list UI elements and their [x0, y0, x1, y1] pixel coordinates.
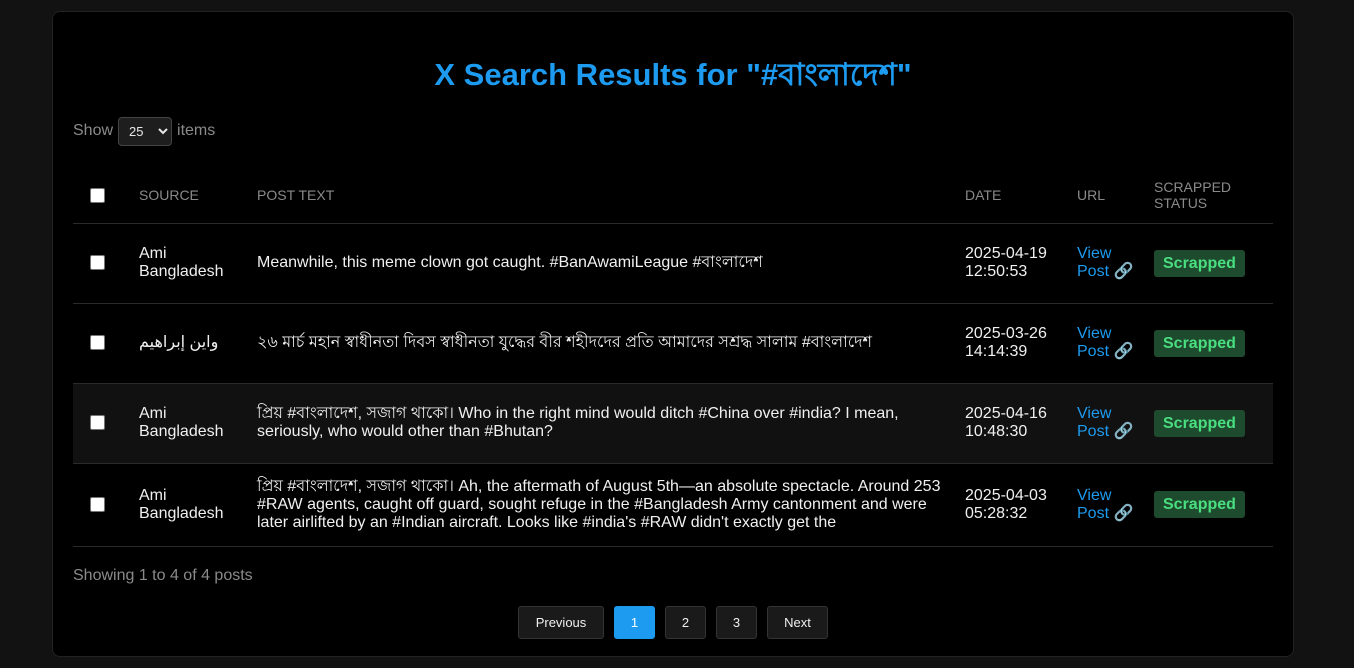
url-cell: View Post 🔗 — [1067, 383, 1144, 464]
status-badge: Scrapped — [1154, 249, 1245, 277]
date-cell: 2025-03-26 14:14:39 — [955, 303, 1067, 384]
table-row: Ami Bangladesh Meanwhile, this meme clow… — [73, 223, 1273, 304]
pagination: Previous 1 2 3 Next — [73, 605, 1273, 639]
next-button[interactable]: Next — [767, 605, 828, 639]
header-status[interactable]: SCRAPPED STATUS — [1144, 167, 1273, 224]
url-cell: View Post 🔗 — [1067, 303, 1144, 384]
show-label: Show — [73, 122, 114, 139]
view-post-link[interactable]: View Post 🔗 — [1077, 487, 1133, 522]
status-cell: Scrapped — [1144, 383, 1273, 464]
status-badge: Scrapped — [1154, 409, 1245, 437]
row-checkbox-cell — [73, 463, 129, 547]
header-date[interactable]: DATE — [955, 167, 1067, 224]
header-post-text[interactable]: POST TEXT — [247, 167, 955, 224]
table-header-row: SOURCE POST TEXT DATE URL SCRAPPED STATU… — [73, 167, 1273, 224]
url-cell: View Post 🔗 — [1067, 223, 1144, 304]
view-post-link[interactable]: View Post 🔗 — [1077, 405, 1133, 440]
row-checkbox-cell — [73, 303, 129, 384]
source-cell: Ami Bangladesh — [129, 383, 247, 464]
date-cell: 2025-04-03 05:28:32 — [955, 463, 1067, 547]
view-post-link[interactable]: View Post 🔗 — [1077, 245, 1133, 280]
row-checkbox-cell — [73, 383, 129, 464]
items-label: items — [177, 122, 216, 139]
length-menu: Show 25 items — [73, 116, 1273, 146]
post-text-cell: Meanwhile, this meme clown got caught. #… — [247, 223, 955, 304]
status-cell: Scrapped — [1144, 303, 1273, 384]
url-cell: View Post 🔗 — [1067, 463, 1144, 547]
status-cell: Scrapped — [1144, 463, 1273, 547]
results-card: X Search Results for "#বাংলাদেশ" Show 25… — [52, 11, 1294, 657]
row-checkbox[interactable] — [90, 496, 105, 512]
row-checkbox[interactable] — [90, 255, 105, 271]
post-text-cell: ২৬ মার্চ মহান স্বাধীনতা দিবস স্বাধীনতা য… — [247, 303, 955, 384]
items-per-page-select[interactable]: 25 — [118, 116, 173, 146]
status-badge: Scrapped — [1154, 329, 1245, 357]
table-row: واين إبراهيم ২৬ মার্চ মহান স্বাধীনতা দিব… — [73, 303, 1273, 384]
table-info: Showing 1 to 4 of 4 posts — [73, 566, 253, 584]
page-button-1[interactable]: 1 — [614, 605, 655, 639]
row-checkbox[interactable] — [90, 335, 105, 351]
view-post-link[interactable]: View Post 🔗 — [1077, 325, 1133, 360]
previous-button[interactable]: Previous — [518, 605, 604, 639]
status-cell: Scrapped — [1144, 223, 1273, 304]
page-button-3[interactable]: 3 — [716, 605, 757, 639]
date-cell: 2025-04-16 10:48:30 — [955, 383, 1067, 464]
page-button-2[interactable]: 2 — [665, 605, 706, 639]
source-cell: Ami Bangladesh — [129, 463, 247, 547]
source-cell: واين إبراهيم — [129, 303, 247, 384]
status-badge: Scrapped — [1154, 491, 1245, 518]
page-title: X Search Results for "#বাংলাদেশ" — [434, 57, 912, 92]
post-text-cell: প্রিয় #বাংলাদেশ, সজাগ থাকো। Who in the … — [247, 383, 955, 464]
select-all-checkbox[interactable] — [90, 188, 105, 204]
row-checkbox[interactable] — [90, 415, 105, 431]
source-cell: Ami Bangladesh — [129, 223, 247, 304]
post-text-cell: প্রিয় #বাংলাদেশ, সজাগ থাকো। Ah, the aft… — [247, 463, 955, 547]
header-url[interactable]: URL — [1067, 167, 1144, 224]
results-table: SOURCE POST TEXT DATE URL SCRAPPED STATU… — [73, 167, 1273, 547]
date-cell: 2025-04-19 12:50:53 — [955, 223, 1067, 304]
row-checkbox-cell — [73, 223, 129, 304]
table-row: Ami Bangladesh প্রিয় #বাংলাদেশ, সজাগ থা… — [73, 463, 1273, 547]
table-row: Ami Bangladesh প্রিয় #বাংলাদেশ, সজাগ থা… — [73, 383, 1273, 464]
select-all-header — [73, 167, 129, 224]
header-source[interactable]: SOURCE — [129, 167, 247, 224]
